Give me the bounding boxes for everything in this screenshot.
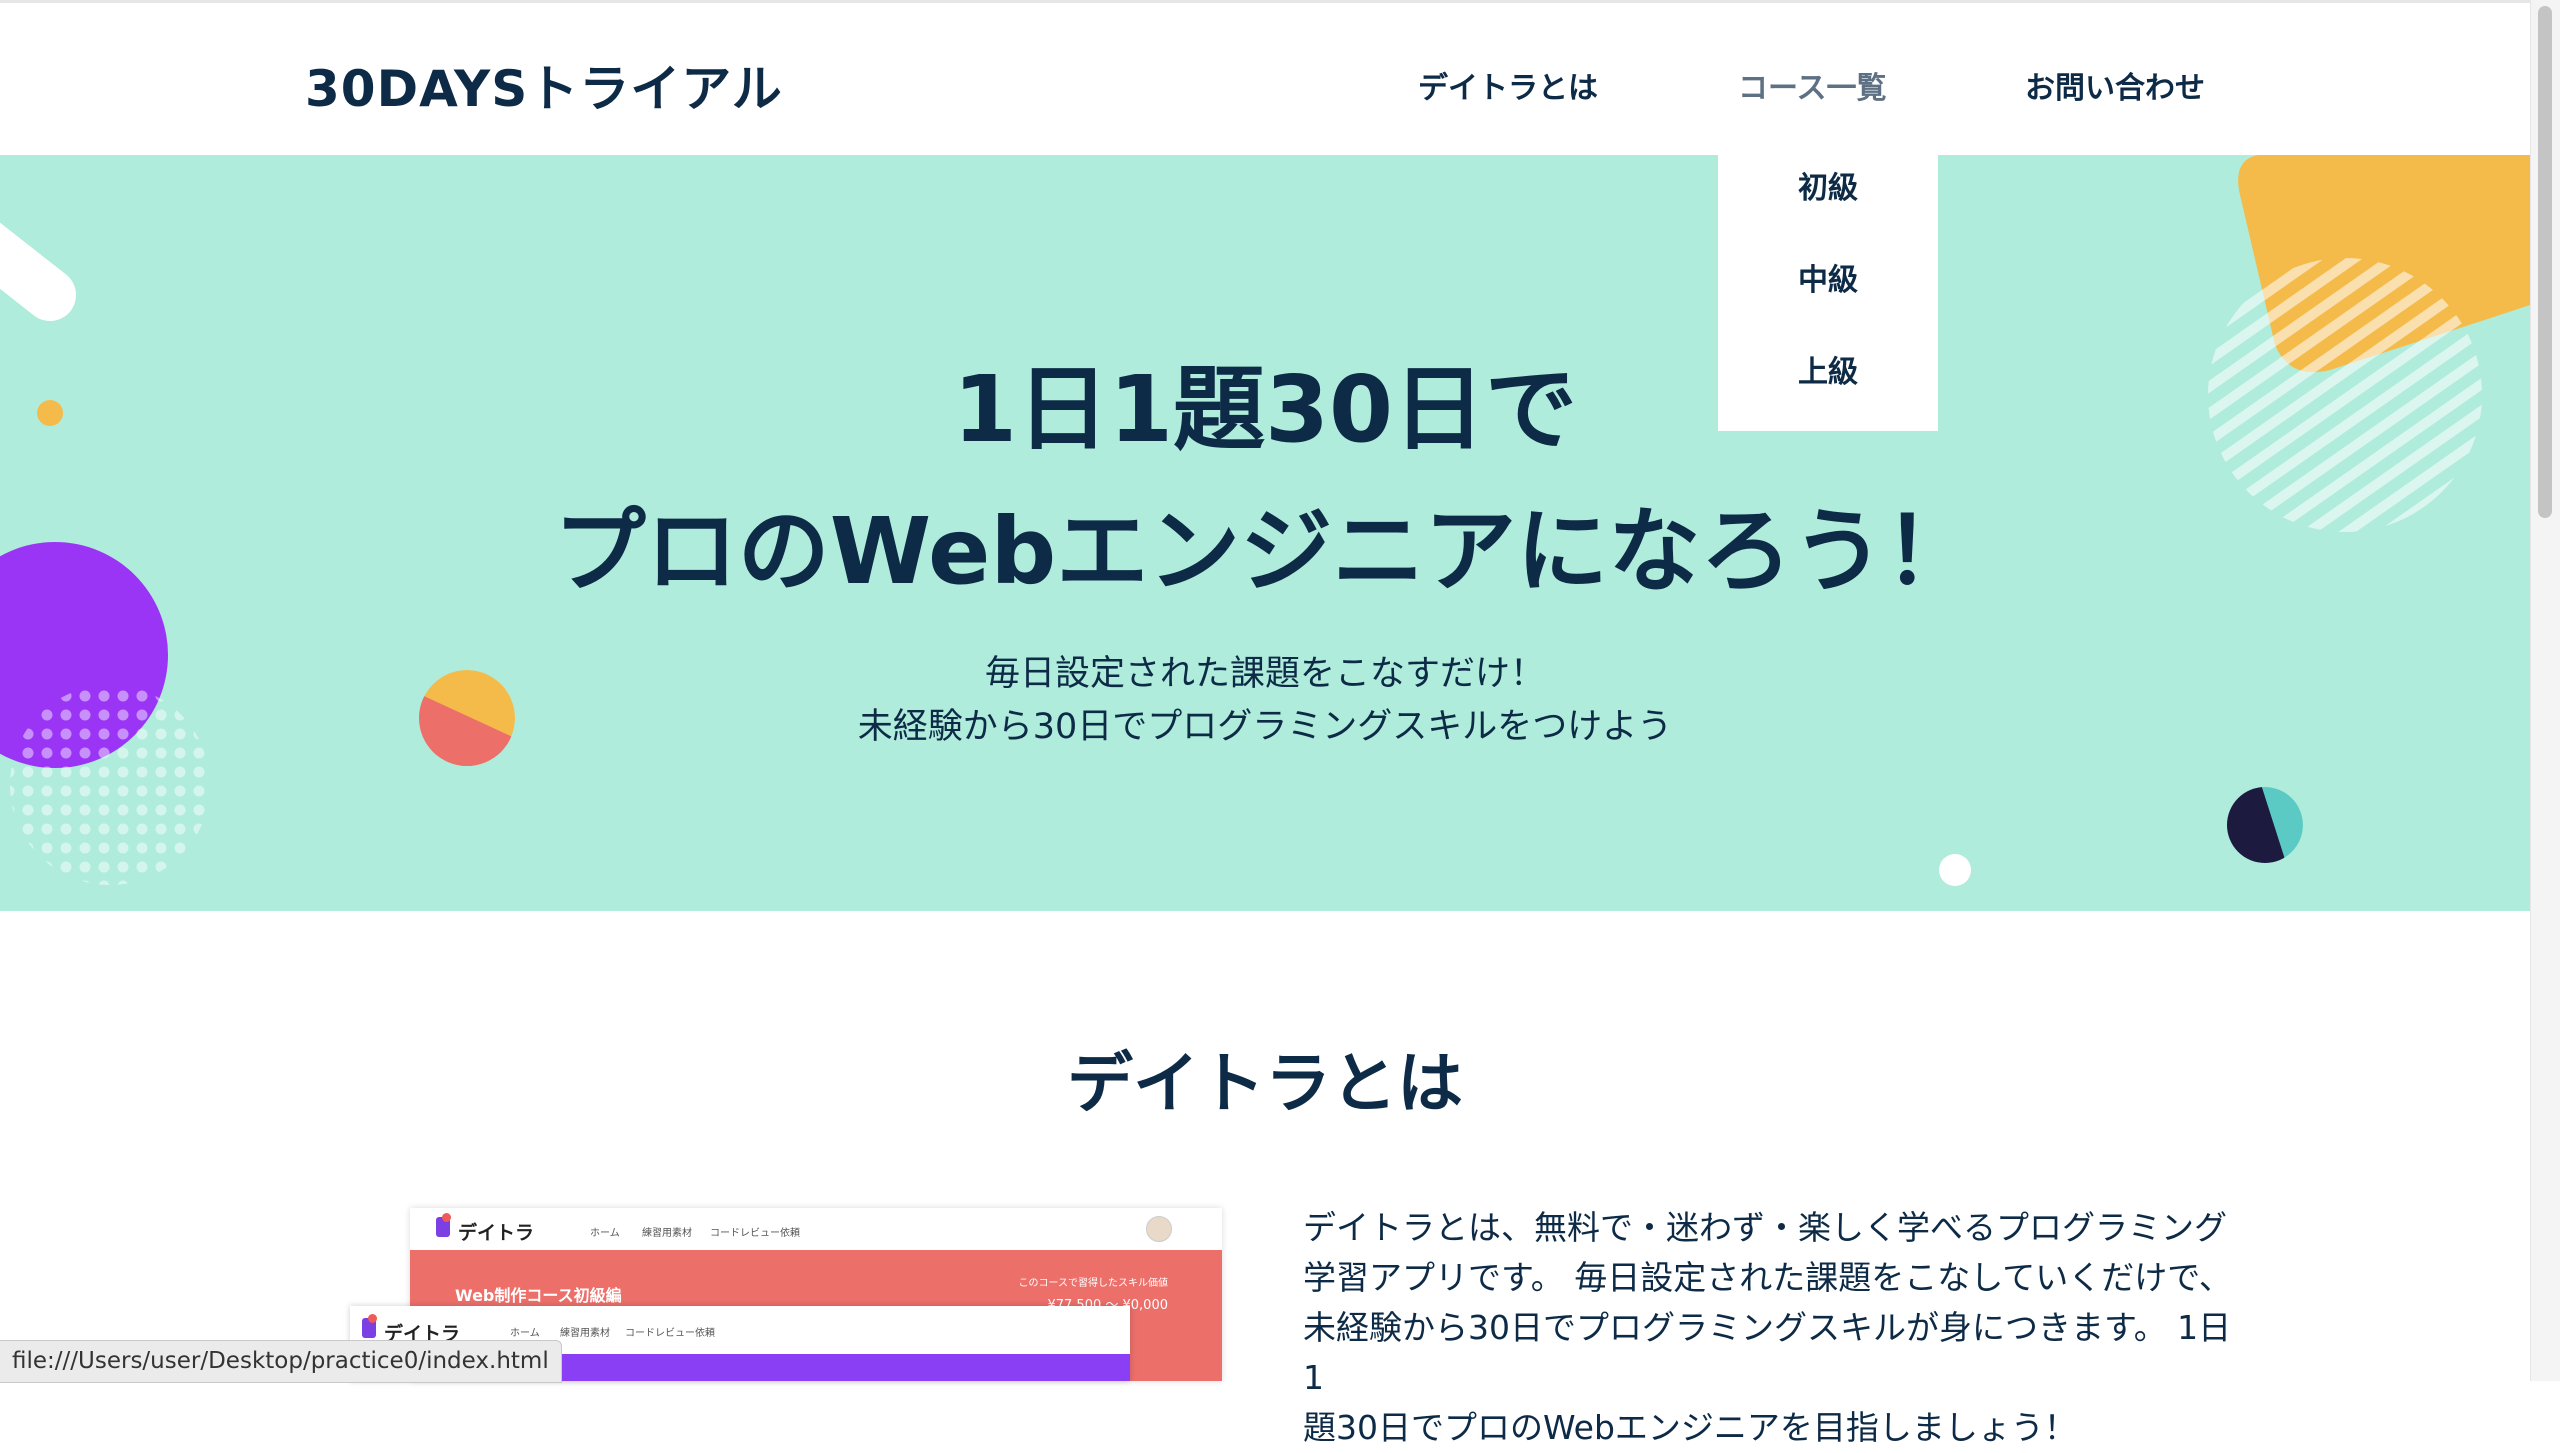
mock-nav-home: ホーム bbox=[590, 1228, 620, 1239]
nav-link-contact[interactable]: お問い合わせ bbox=[2025, 63, 2205, 107]
nav-link-courses[interactable]: コース一覧 bbox=[1738, 63, 1887, 107]
mock-front-nav-materials: 練習用素材 bbox=[560, 1328, 610, 1339]
white-bar-shape bbox=[0, 222, 76, 321]
mock-avatar bbox=[1146, 1216, 1172, 1242]
site-logo[interactable]: 30DAYSトライアル bbox=[305, 49, 783, 121]
browser-status-bar: file:///Users/user/Desktop/practice0/ind… bbox=[0, 1340, 562, 1383]
mock-front-nav-review: コードレビュー依頼 bbox=[625, 1328, 715, 1339]
mock-nav-materials: 練習用素材 bbox=[642, 1228, 692, 1239]
mock-logo: デイトラ bbox=[458, 1222, 535, 1244]
hero-subtitle-line1: 毎日設定された課題をこなすだけ！ bbox=[984, 654, 1545, 694]
about-line: 題30日でプロのWebエンジニアを目指しましょう！ bbox=[1303, 1408, 2077, 1447]
courses-dropdown-menu: 初級 中級 上級 bbox=[1718, 155, 1938, 431]
site-header: 30DAYSトライアル デイトラとは コース一覧 お問い合わせ bbox=[0, 0, 2530, 155]
mock-logo-icon bbox=[436, 1213, 451, 1237]
mock-banner-note: このコースで習得したスキル価値 bbox=[1018, 1278, 1169, 1289]
page-scrollbar-thumb[interactable] bbox=[2538, 6, 2552, 518]
hero-title-line2: プロのWebエンジニアになろう！ bbox=[553, 498, 1977, 605]
mock-front-nav-home: ホーム bbox=[510, 1328, 540, 1339]
hero-section: 1日1題30日で プロのWebエンジニアになろう！ 毎日設定された課題をこなすだ… bbox=[0, 155, 2530, 911]
about-line: デイトラとは、無料で・迷わず・楽しく学べるプログラミング bbox=[1303, 1208, 2227, 1247]
nav-link-about[interactable]: デイトラとは bbox=[1418, 63, 1598, 107]
hero-subtitle-line2: 未経験から30日でプログラミングスキルをつけよう bbox=[857, 707, 1673, 747]
about-description: デイトラとは、無料で・迷わず・楽しく学べるプログラミング 学習アプリです。 毎日… bbox=[1303, 1203, 2233, 1453]
dropdown-item-beginner[interactable]: 初級 bbox=[1718, 163, 1938, 207]
hero-title-line1: 1日1題30日で bbox=[952, 356, 1578, 463]
dropdown-item-intermediate[interactable]: 中級 bbox=[1718, 255, 1938, 299]
about-line: 未経験から30日でプログラミングスキルが身につきます。 1日1 bbox=[1303, 1308, 2232, 1397]
mock-navbar: デイトラ ホーム 練習用素材 コードレビュー依頼 bbox=[410, 1208, 1222, 1250]
mock-nav-review: コードレビュー依頼 bbox=[710, 1228, 800, 1239]
navy-teal-circle-shape bbox=[2227, 787, 2303, 863]
mock-banner-title: Web制作コース初級編 bbox=[455, 1286, 622, 1305]
dropdown-item-advanced[interactable]: 上級 bbox=[1718, 347, 1938, 391]
about-section-title: デイトラとは bbox=[1067, 1045, 1463, 1122]
about-line: 学習アプリです。 毎日設定された課題をこなしていくだけで、 bbox=[1303, 1258, 2232, 1297]
white-dot-shape bbox=[1939, 854, 1971, 886]
mock-front-logo-icon bbox=[362, 1314, 377, 1338]
